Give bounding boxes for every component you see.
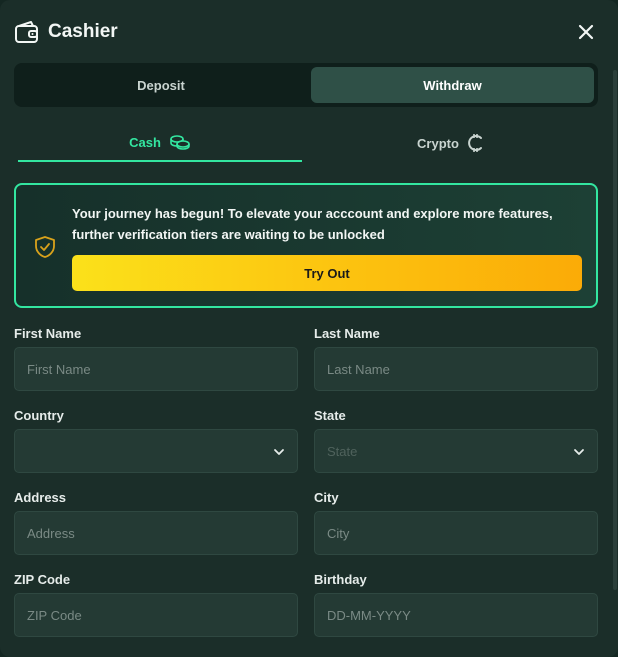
city-input[interactable] <box>315 512 597 554</box>
try-out-button[interactable]: Try Out <box>72 255 582 291</box>
close-icon <box>578 24 594 40</box>
address-label: Address <box>14 490 67 505</box>
state-label: State <box>314 408 346 423</box>
country-label: Country <box>14 408 64 423</box>
last-name-input[interactable] <box>315 348 597 390</box>
birthday-input[interactable] <box>315 594 597 636</box>
deposit-withdraw-toggle: Deposit Withdraw <box>14 63 598 107</box>
tab-cash[interactable]: Cash <box>18 124 302 162</box>
scrollbar[interactable] <box>613 70 617 590</box>
address-input[interactable] <box>15 512 297 554</box>
first-name-label: First Name <box>14 326 82 341</box>
verification-banner: Your journey has begun! To elevate your … <box>14 183 598 308</box>
address-field-wrap <box>14 511 298 555</box>
last-name-label: Last Name <box>314 326 380 341</box>
birthday-label: Birthday <box>314 572 367 587</box>
state-select[interactable]: State <box>314 429 598 473</box>
chevron-down-icon <box>574 449 584 455</box>
first-name-field-wrap <box>14 347 298 391</box>
first-name-input[interactable] <box>15 348 297 390</box>
birthday-field-wrap <box>314 593 598 637</box>
zip-code-label: ZIP Code <box>14 572 71 587</box>
cashier-modal: Cashier Deposit Withdraw Cash Crypto You… <box>0 0 618 657</box>
payment-method-tabs: Cash Crypto <box>0 124 618 164</box>
wallet-icon <box>15 21 38 43</box>
modal-title: Cashier <box>48 21 118 42</box>
chevron-down-icon <box>274 449 284 455</box>
tab-crypto-label: Crypto <box>417 135 459 151</box>
country-select[interactable] <box>14 429 298 473</box>
verification-message: Your journey has begun! To elevate your … <box>72 206 553 242</box>
tab-cash-label: Cash <box>129 134 161 150</box>
city-field-wrap <box>314 511 598 555</box>
state-selected-value: State <box>327 444 358 459</box>
zip-code-field-wrap <box>14 593 298 637</box>
crypto-coin-icon <box>468 134 482 152</box>
withdraw-button[interactable]: Withdraw <box>311 67 594 103</box>
shield-check-icon <box>35 236 55 258</box>
deposit-button[interactable]: Deposit <box>18 67 304 103</box>
close-button[interactable] <box>572 18 600 46</box>
coins-icon <box>170 135 190 150</box>
zip-code-input[interactable] <box>15 594 297 636</box>
tab-crypto[interactable]: Crypto <box>306 124 596 162</box>
city-label: City <box>314 490 339 505</box>
modal-header: Cashier <box>0 0 618 64</box>
last-name-field-wrap <box>314 347 598 391</box>
